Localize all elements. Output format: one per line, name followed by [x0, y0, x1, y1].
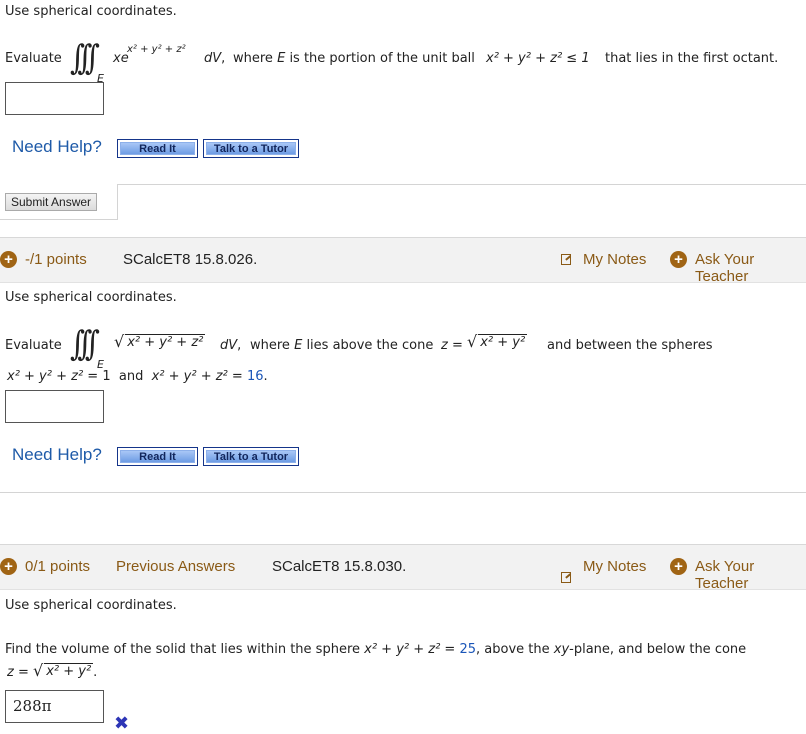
q1-exponent: x² + y² + z² — [127, 44, 186, 55]
q1-read-it-button[interactable]: Read It — [117, 139, 198, 158]
q2-talk-tutor-button[interactable]: Talk to a Tutor — [203, 447, 299, 466]
q1-evaluate-label: Evaluate — [5, 51, 62, 66]
q1-statement: where E is the portion of the unit ball — [233, 51, 475, 66]
q3-ask-teacher-link[interactable]: Ask Your Teacher — [695, 558, 806, 592]
q2-cone-lhs: z = — [441, 338, 463, 353]
q2-ask-teacher-link[interactable]: Ask Your Teacher — [695, 251, 806, 285]
q1-dv: dV, — [204, 51, 226, 66]
q2-ask-teacher-icon[interactable]: + — [670, 251, 687, 268]
x-mark-icon: ✖ — [114, 713, 130, 734]
q3-instruction: Use spherical coordinates. — [5, 598, 177, 613]
q2-instruction: Use spherical coordinates. — [5, 290, 177, 305]
q2-triple-integral-sign: ∫∫∫ — [70, 324, 100, 364]
divider — [0, 492, 806, 493]
q2-my-notes-link[interactable]: My Notes — [583, 251, 646, 268]
q3-previous-answers-link[interactable]: Previous Answers — [116, 558, 235, 575]
q2-text-between: and between the spheres — [547, 338, 713, 353]
q3-question-id: SCalcET8 15.8.030. — [272, 558, 407, 575]
q3-statement: Find the volume of the solid that lies w… — [5, 642, 747, 657]
q2-integrand-root: √ x² + y² + z² — [114, 332, 206, 351]
q2-need-help-label: Need Help? — [12, 445, 102, 464]
q3-my-notes-link[interactable]: My Notes — [583, 558, 646, 575]
q1-triple-integral-sign: ∫∫∫ — [70, 38, 100, 78]
q2-spheres: x² + y² + z² = 1 and x² + y² + z² = 16. — [7, 369, 268, 384]
q2-statement: where E lies above the cone — [250, 338, 434, 353]
submit-answer-button[interactable]: Submit Answer — [5, 193, 98, 211]
divider — [117, 184, 118, 220]
q2-read-it-button[interactable]: Read It — [117, 447, 198, 466]
q3-plus-circle-icon[interactable]: + — [0, 558, 17, 575]
q1-statement-tail: that lies in the first octant. — [605, 51, 779, 66]
q1-talk-tutor-button[interactable]: Talk to a Tutor — [203, 139, 299, 158]
q1-need-help-label: Need Help? — [12, 137, 102, 156]
q2-question-id: SCalcET8 15.8.026. — [123, 251, 258, 268]
q2-cone-root: √ x² + y² — [467, 332, 528, 351]
q3-answer-value: 288π — [13, 697, 52, 715]
q2-answer-field[interactable] — [5, 390, 104, 423]
q1-answer-field[interactable] — [5, 82, 104, 115]
q2-notes-icon — [561, 254, 571, 265]
q3-notes-icon — [561, 572, 571, 583]
q3-points: 0/1 points — [25, 558, 91, 575]
divider — [118, 184, 806, 185]
q3-ask-teacher-icon[interactable]: + — [670, 558, 687, 575]
q1-ball-inequality: x² + y² + z² ≤ 1 — [486, 51, 590, 66]
q1-instruction: Use spherical coordinates. — [5, 4, 177, 19]
q2-dv: dV, — [220, 338, 242, 353]
divider — [0, 219, 118, 220]
q3-answer-field[interactable]: 288π — [5, 690, 104, 723]
q2-plus-circle-icon[interactable]: + — [0, 251, 17, 268]
q2-points: -/1 points — [25, 251, 87, 268]
q2-evaluate-label: Evaluate — [5, 338, 62, 353]
q3-cone: z = √ x² + y². — [7, 661, 98, 681]
